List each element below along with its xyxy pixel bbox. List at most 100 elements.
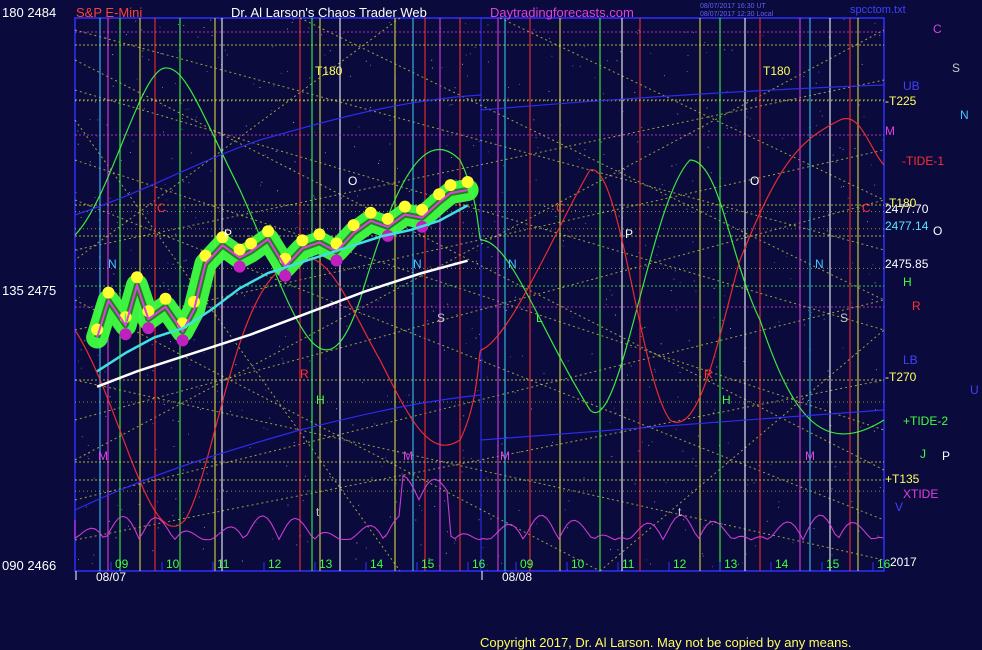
star-dot	[87, 445, 89, 446]
star-dot	[148, 59, 150, 61]
star-dot	[189, 226, 191, 228]
star-dot	[77, 130, 79, 132]
star-dot	[116, 222, 118, 224]
star-dot	[187, 108, 189, 110]
star-dot	[627, 374, 628, 376]
star-dot	[455, 539, 457, 541]
star-dot	[463, 457, 465, 459]
star-dot	[163, 282, 165, 284]
price-high-marker	[313, 228, 326, 241]
star-dot	[503, 165, 505, 167]
right-label: 2477.14	[885, 219, 929, 233]
star-dot	[141, 29, 143, 31]
star-dot	[815, 125, 817, 127]
star-dot	[544, 206, 546, 207]
star-dot	[515, 296, 517, 298]
star-dot	[486, 376, 488, 378]
star-dot	[742, 562, 744, 564]
star-dot	[89, 119, 91, 120]
star-dot	[477, 390, 479, 391]
star-dot	[695, 465, 697, 467]
star-dot	[259, 87, 261, 88]
plot-label: L	[536, 311, 543, 325]
x-tick-label: 12	[268, 557, 282, 571]
x-tick-label: 14	[370, 557, 384, 571]
star-dot	[163, 403, 165, 405]
star-dot	[454, 261, 456, 263]
right-label: N	[960, 108, 969, 122]
right-label: LB	[903, 353, 918, 367]
star-dot	[340, 197, 342, 199]
star-dot	[465, 23, 467, 25]
star-dot	[777, 379, 779, 381]
star-dot	[395, 501, 397, 503]
star-dot	[273, 85, 275, 87]
star-dot	[105, 416, 107, 417]
star-dot	[115, 537, 117, 539]
site-link[interactable]: Daytradingforecasts.com	[490, 5, 634, 20]
price-low-marker	[330, 254, 343, 267]
star-dot	[357, 195, 359, 197]
star-dot	[229, 410, 231, 412]
star-dot	[868, 273, 870, 275]
left-axis-label-bottom: 090 2466	[2, 558, 56, 573]
x-tick-label: 10	[571, 557, 585, 571]
plot-label: M	[403, 449, 413, 463]
star-dot	[447, 303, 449, 305]
star-dot	[81, 436, 83, 438]
star-dot	[408, 190, 410, 192]
right-label: C	[862, 201, 871, 215]
star-dot	[646, 265, 648, 267]
star-dot	[676, 309, 678, 311]
star-dot	[93, 554, 95, 556]
star-dot	[465, 343, 467, 345]
star-dot	[224, 49, 226, 51]
star-dot	[578, 158, 580, 160]
star-dot	[170, 341, 171, 343]
star-dot	[826, 230, 828, 232]
star-dot	[313, 195, 315, 197]
star-dot	[160, 53, 162, 54]
star-dot	[286, 465, 288, 467]
right-label: 2017	[890, 555, 917, 569]
price-high-marker	[444, 179, 457, 192]
star-dot	[842, 347, 844, 349]
star-dot	[877, 535, 879, 537]
star-dot	[753, 482, 755, 484]
star-dot	[490, 518, 492, 520]
star-dot	[76, 249, 78, 251]
plot-label: C	[556, 201, 565, 215]
star-dot	[675, 164, 677, 166]
star-dot	[876, 382, 878, 384]
right-label: V	[895, 500, 903, 514]
star-dot	[365, 547, 367, 549]
star-dot	[650, 563, 651, 565]
star-dot	[847, 197, 849, 199]
star-dot	[726, 127, 728, 129]
star-dot	[818, 71, 820, 73]
star-dot	[786, 255, 787, 257]
star-dot	[773, 262, 775, 263]
star-dot	[385, 536, 387, 538]
star-dot	[517, 200, 519, 202]
star-dot	[263, 427, 265, 429]
plot-label: O	[750, 174, 759, 188]
star-dot	[605, 304, 607, 306]
star-dot	[226, 491, 227, 493]
star-dot	[679, 372, 681, 374]
star-dot	[711, 209, 713, 211]
star-dot	[603, 154, 605, 155]
star-dot	[714, 356, 716, 358]
star-dot	[778, 501, 780, 503]
star-dot	[210, 170, 212, 172]
star-dot	[89, 161, 91, 163]
x-tick-label: 16	[472, 557, 486, 571]
star-dot	[195, 116, 197, 118]
star-dot	[365, 60, 367, 62]
star-dot	[747, 484, 749, 486]
star-dot	[80, 367, 82, 369]
star-dot	[552, 208, 554, 210]
star-dot	[847, 473, 849, 474]
star-dot	[790, 278, 792, 280]
star-dot	[674, 270, 676, 272]
